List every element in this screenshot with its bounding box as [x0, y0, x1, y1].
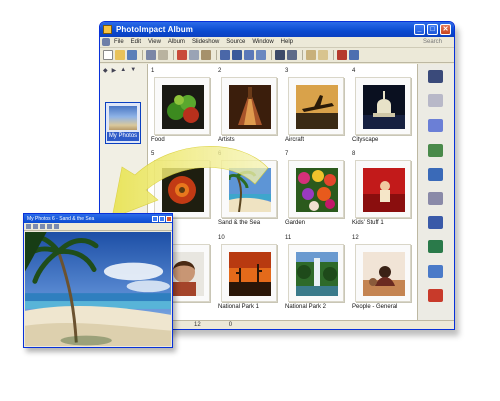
viewer-minimize-button[interactable]: [152, 215, 158, 222]
beach-photo: [25, 232, 171, 347]
viewer-title-bar[interactable]: My Photos 6 - Sand & the Sea: [24, 214, 172, 223]
viewer-tool-icon[interactable]: [26, 224, 31, 229]
image-viewer-window: My Photos 6 - Sand & the Sea: [23, 213, 173, 348]
viewer-tool-icon[interactable]: [40, 224, 45, 229]
screenshot-stage: PhotoImpact Album _ □ ✕ File Edit View A…: [0, 0, 500, 401]
viewer-title: My Photos 6 - Sand & the Sea: [27, 215, 95, 222]
viewer-toolbar: [24, 223, 172, 231]
viewer-tool-icon[interactable]: [33, 224, 38, 229]
viewer-tool-icon[interactable]: [47, 224, 52, 229]
viewer-close-button[interactable]: [166, 215, 172, 222]
viewer-maximize-button[interactable]: [159, 215, 165, 222]
viewer-tool-icon[interactable]: [54, 224, 59, 229]
